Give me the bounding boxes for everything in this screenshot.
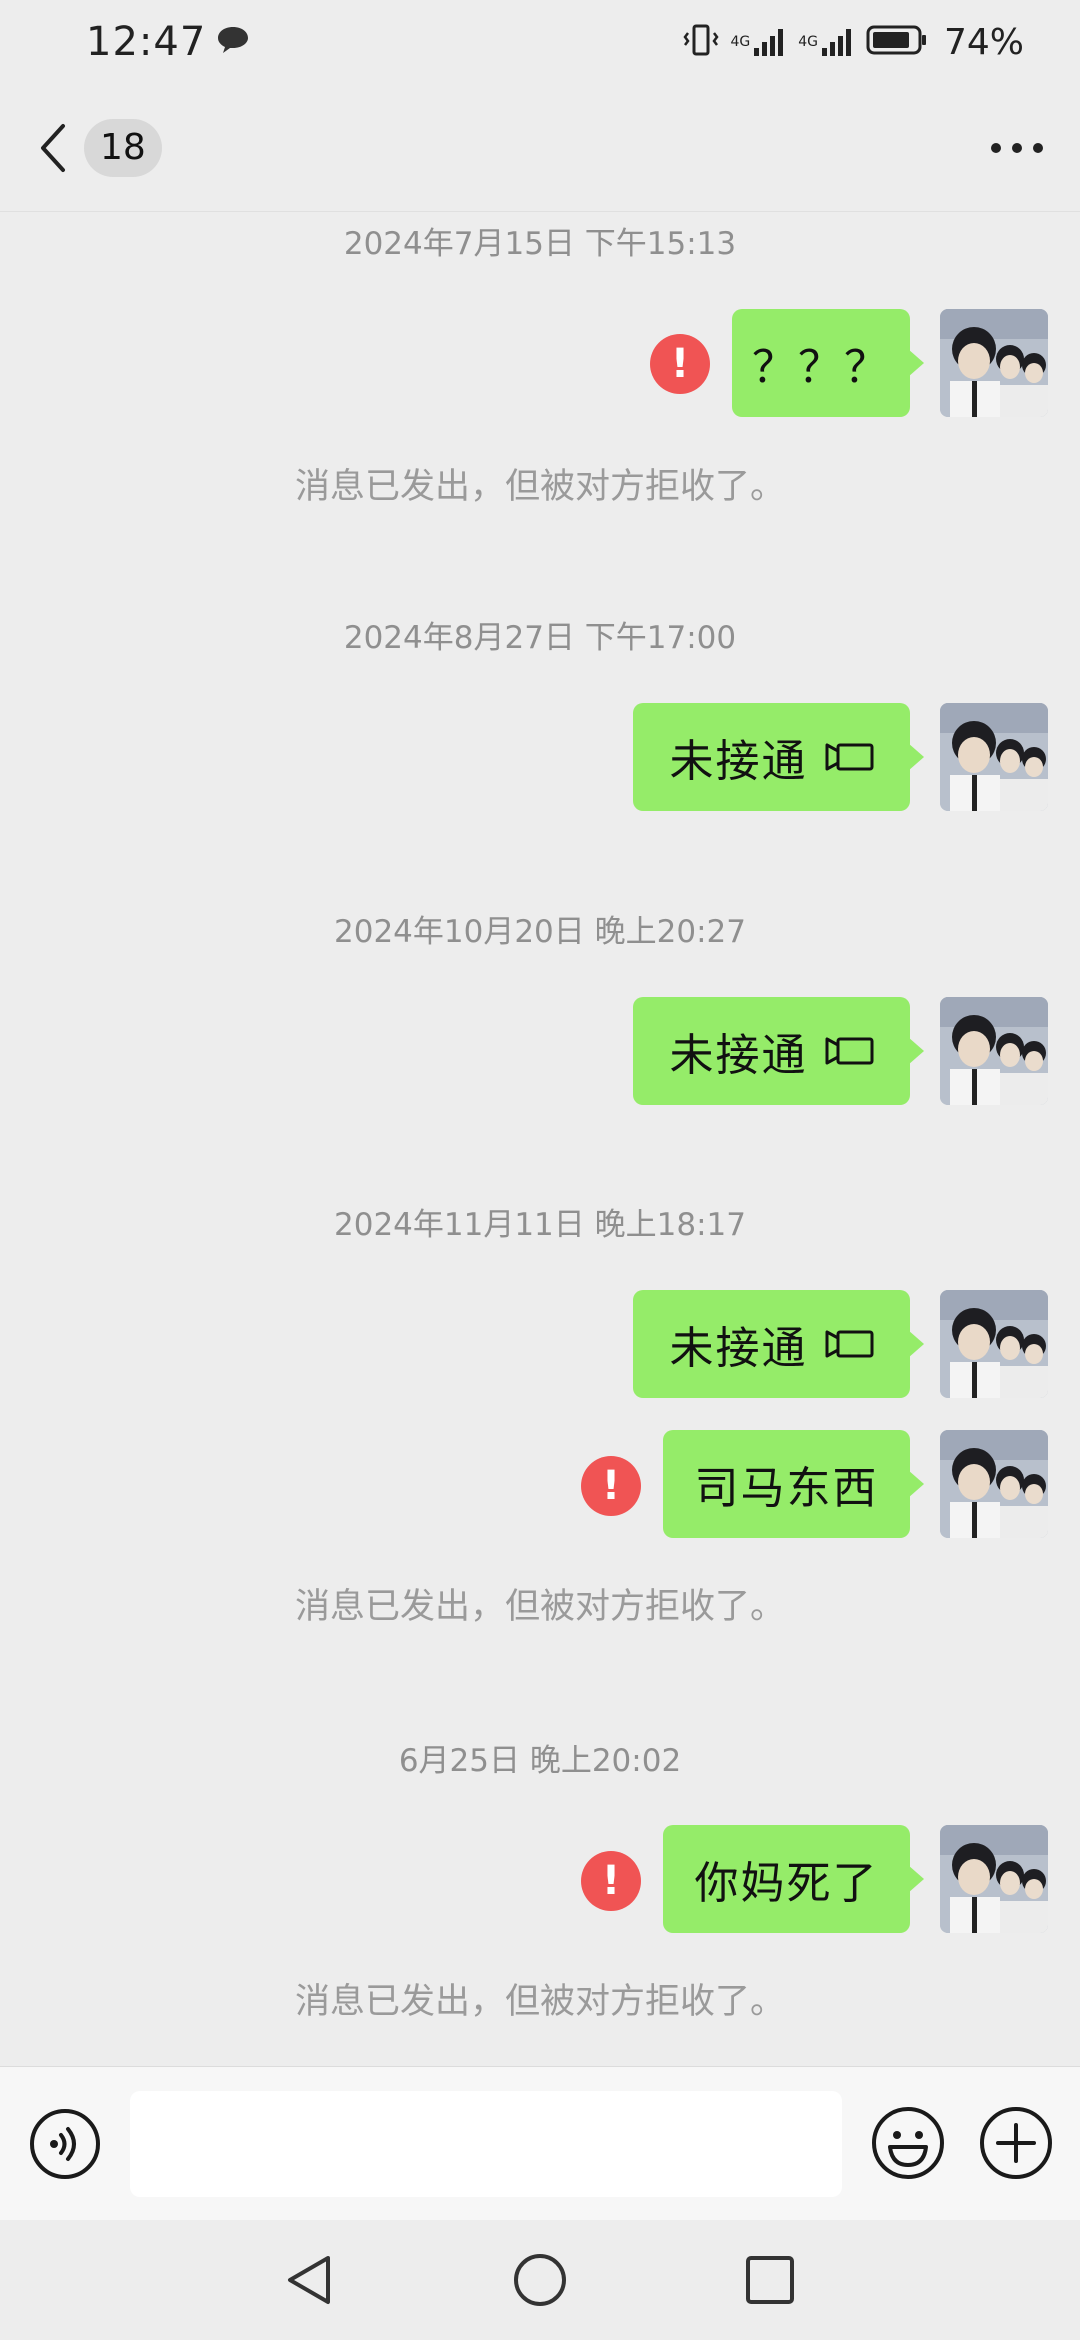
- rejected-notice: 消息已发出，但被对方拒收了。: [294, 467, 785, 507]
- status-right: 4G 4G 74%: [682, 22, 1024, 63]
- sim2-network-label: 4G: [798, 34, 818, 50]
- voice-input-button[interactable]: [28, 2107, 102, 2181]
- vibrate-icon: [682, 23, 720, 61]
- sim1-network-label: 4G: [730, 34, 751, 50]
- video-call-bubble[interactable]: 未接通: [633, 997, 924, 1105]
- battery-percent: 74%: [943, 21, 1024, 63]
- status-time: 12:47: [86, 19, 207, 65]
- video-call-icon: [824, 1328, 874, 1360]
- message-text: ？？？: [752, 342, 890, 393]
- sim1-signal: 4G: [730, 26, 788, 58]
- message-timestamp: 2024年11月11日 晚上18:17: [334, 1207, 746, 1243]
- send-failed-icon[interactable]: !: [581, 1851, 641, 1911]
- square-recents-icon: [746, 2256, 794, 2304]
- back-arrow-icon[interactable]: [38, 118, 78, 178]
- call-status-text: 未接通: [669, 1030, 808, 1081]
- more-dots-icon: [991, 142, 1043, 153]
- message-timestamp: 2024年7月15日 下午15:13: [343, 226, 737, 262]
- video-call-bubble[interactable]: 未接通: [633, 703, 924, 811]
- emoji-icon: [872, 2107, 944, 2179]
- chat-message-list[interactable]: 2024年7月15日 下午15:13 ! ？？？ 消息已发出，但被对方拒收了。 …: [0, 212, 1080, 2066]
- status-left: 12:47: [86, 19, 250, 65]
- rejected-notice: 消息已发出，但被对方拒收了。: [294, 1587, 785, 1627]
- message-bubble[interactable]: 你妈死了: [663, 1825, 924, 1933]
- message-timestamp: 2024年10月20日 晚上20:27: [334, 914, 746, 950]
- battery-icon: [866, 24, 928, 60]
- system-navigation-bar: [0, 2220, 1080, 2340]
- send-failed-icon[interactable]: !: [581, 1456, 641, 1516]
- voice-icon: [30, 2109, 100, 2179]
- message-text-input[interactable]: [130, 2091, 842, 2197]
- call-status-text: 未接通: [669, 736, 808, 787]
- triangle-back-icon: [288, 2256, 330, 2304]
- user-avatar[interactable]: [940, 997, 1048, 1105]
- message-input-bar: [0, 2066, 1080, 2220]
- chat-header: 18: [0, 84, 1080, 212]
- sim2-signal: 4G: [798, 26, 856, 58]
- message-bubble[interactable]: 司马东西: [663, 1430, 924, 1538]
- plus-icon: [980, 2107, 1052, 2179]
- nav-home-button[interactable]: [510, 2250, 570, 2310]
- unread-count-badge: 18: [84, 118, 162, 177]
- status-bar: 12:47 4G 4G 74%: [0, 0, 1080, 84]
- nav-back-button[interactable]: [280, 2250, 340, 2310]
- message-timestamp: 2024年8月27日 下午17:00: [343, 620, 737, 656]
- back-area[interactable]: 18: [38, 118, 162, 178]
- chat-notification-icon: [216, 25, 250, 59]
- message-text: 你妈死了: [694, 1858, 879, 1909]
- emoji-button[interactable]: [870, 2105, 946, 2181]
- user-avatar[interactable]: [940, 703, 1048, 811]
- video-call-bubble[interactable]: 未接通: [633, 1290, 924, 1398]
- user-avatar[interactable]: [940, 309, 1048, 417]
- call-status-text: 未接通: [669, 1323, 808, 1374]
- message-text: 司马东西: [694, 1463, 879, 1514]
- message-bubble[interactable]: ？？？: [732, 309, 924, 417]
- rejected-notice: 消息已发出，但被对方拒收了。: [294, 1982, 785, 2022]
- circle-home-icon: [514, 2254, 566, 2306]
- user-avatar[interactable]: [940, 1430, 1048, 1538]
- more-functions-button[interactable]: [978, 2105, 1054, 2181]
- more-options-button[interactable]: [982, 118, 1052, 178]
- user-avatar[interactable]: [940, 1825, 1048, 1933]
- nav-recents-button[interactable]: [740, 2250, 800, 2310]
- message-timestamp: 6月25日 晚上20:02: [398, 1743, 682, 1779]
- video-call-icon: [824, 1035, 874, 1067]
- send-failed-icon[interactable]: !: [650, 334, 710, 394]
- video-call-icon: [824, 741, 874, 773]
- user-avatar[interactable]: [940, 1290, 1048, 1398]
